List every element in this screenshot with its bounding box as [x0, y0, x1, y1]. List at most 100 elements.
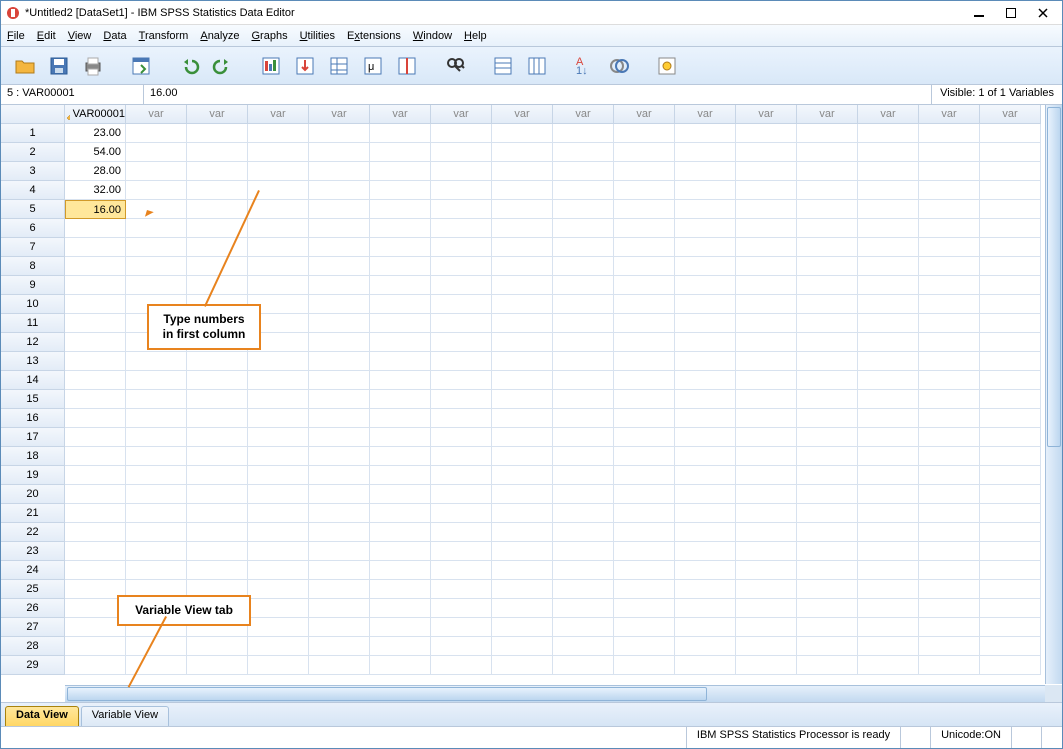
row-header[interactable]: 4	[1, 181, 65, 200]
data-cell[interactable]	[980, 428, 1041, 447]
data-cell[interactable]	[126, 257, 187, 276]
data-cell[interactable]	[370, 523, 431, 542]
row-header[interactable]: 23	[1, 542, 65, 561]
data-cell[interactable]	[126, 238, 187, 257]
data-cell[interactable]	[248, 352, 309, 371]
data-cell[interactable]	[614, 561, 675, 580]
data-cell[interactable]	[370, 504, 431, 523]
data-cell[interactable]	[614, 428, 675, 447]
data-cell[interactable]	[675, 238, 736, 257]
data-cell[interactable]	[614, 181, 675, 200]
data-cell[interactable]	[797, 447, 858, 466]
column-header-empty[interactable]: var	[370, 105, 431, 124]
data-cell[interactable]	[675, 124, 736, 143]
data-cell[interactable]	[736, 580, 797, 599]
data-cell[interactable]	[919, 143, 980, 162]
data-cell[interactable]	[309, 371, 370, 390]
data-cell[interactable]	[553, 637, 614, 656]
data-cell[interactable]	[736, 561, 797, 580]
data-cell[interactable]	[126, 143, 187, 162]
data-cell[interactable]	[431, 637, 492, 656]
data-cell[interactable]	[126, 409, 187, 428]
data-cell[interactable]	[492, 181, 553, 200]
data-cell[interactable]	[309, 409, 370, 428]
data-cell[interactable]	[431, 181, 492, 200]
data-cell[interactable]	[65, 409, 126, 428]
data-cell[interactable]	[614, 485, 675, 504]
data-cell[interactable]	[431, 580, 492, 599]
data-cell[interactable]	[736, 124, 797, 143]
data-cell[interactable]	[614, 257, 675, 276]
data-cell[interactable]	[65, 466, 126, 485]
data-cell[interactable]	[858, 409, 919, 428]
data-cell[interactable]	[797, 352, 858, 371]
data-cell[interactable]	[309, 447, 370, 466]
row-header[interactable]: 15	[1, 390, 65, 409]
data-cell[interactable]	[797, 599, 858, 618]
redo-button[interactable]	[209, 52, 237, 80]
data-cell[interactable]	[675, 371, 736, 390]
data-cell[interactable]	[736, 371, 797, 390]
data-cell[interactable]	[248, 371, 309, 390]
data-cell[interactable]	[370, 219, 431, 238]
data-cell[interactable]	[248, 447, 309, 466]
data-cell[interactable]	[126, 200, 187, 219]
split-button[interactable]	[393, 52, 421, 80]
data-cell[interactable]	[65, 257, 126, 276]
data-cell[interactable]	[858, 447, 919, 466]
data-cell[interactable]	[309, 542, 370, 561]
data-cell[interactable]	[553, 371, 614, 390]
data-cell[interactable]	[187, 238, 248, 257]
data-cell[interactable]	[736, 143, 797, 162]
data-cell[interactable]	[248, 238, 309, 257]
data-cell[interactable]	[187, 390, 248, 409]
save-button[interactable]	[45, 52, 73, 80]
data-cell[interactable]	[65, 504, 126, 523]
data-cell[interactable]	[309, 618, 370, 637]
data-cell[interactable]	[797, 314, 858, 333]
data-cell[interactable]	[492, 333, 553, 352]
data-cell[interactable]	[126, 276, 187, 295]
data-cell[interactable]	[980, 504, 1041, 523]
data-cell[interactable]	[187, 143, 248, 162]
data-cell[interactable]	[919, 542, 980, 561]
data-cell[interactable]	[919, 485, 980, 504]
data-cell[interactable]	[553, 504, 614, 523]
data-cell[interactable]	[248, 523, 309, 542]
data-cell[interactable]	[797, 485, 858, 504]
data-cell[interactable]	[431, 409, 492, 428]
data-cell[interactable]	[431, 238, 492, 257]
data-cell[interactable]	[370, 580, 431, 599]
data-cell[interactable]	[431, 295, 492, 314]
data-cell[interactable]	[492, 257, 553, 276]
data-cell[interactable]	[675, 656, 736, 675]
data-cell[interactable]	[492, 352, 553, 371]
select-cases-button[interactable]	[325, 52, 353, 80]
data-cell[interactable]: 54.00	[65, 143, 126, 162]
data-cell[interactable]	[675, 390, 736, 409]
data-cell[interactable]	[187, 162, 248, 181]
data-cell[interactable]	[614, 466, 675, 485]
data-cell[interactable]	[614, 504, 675, 523]
data-cell[interactable]	[553, 390, 614, 409]
data-cell[interactable]	[736, 504, 797, 523]
data-cell[interactable]	[187, 257, 248, 276]
data-cell[interactable]	[553, 257, 614, 276]
data-cell[interactable]	[919, 504, 980, 523]
data-cell[interactable]	[797, 276, 858, 295]
row-header[interactable]: 5	[1, 200, 65, 219]
data-cell[interactable]	[553, 485, 614, 504]
data-cell[interactable]	[492, 390, 553, 409]
data-cell[interactable]: 23.00	[65, 124, 126, 143]
data-cell[interactable]	[980, 618, 1041, 637]
data-cell[interactable]	[431, 447, 492, 466]
data-cell[interactable]	[65, 352, 126, 371]
data-cell[interactable]	[248, 618, 309, 637]
data-cell[interactable]	[797, 561, 858, 580]
data-cell[interactable]	[858, 466, 919, 485]
data-cell[interactable]	[675, 352, 736, 371]
data-cell[interactable]	[675, 333, 736, 352]
data-cell[interactable]	[492, 523, 553, 542]
data-cell[interactable]	[126, 219, 187, 238]
menu-graphs[interactable]: Graphs	[251, 30, 287, 42]
